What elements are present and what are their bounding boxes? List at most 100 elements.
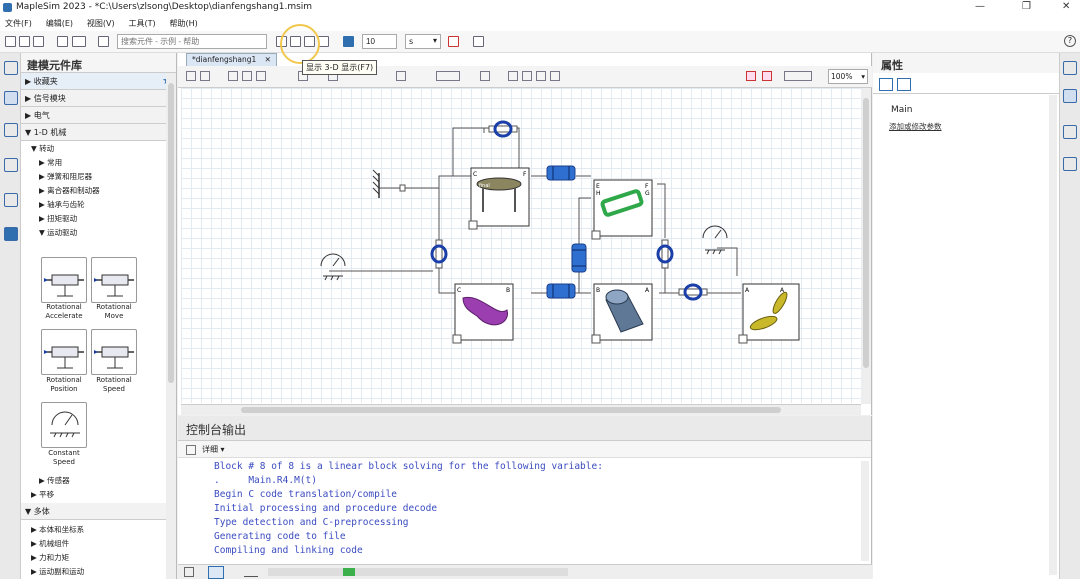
cylinder-body-component[interactable]: B A	[593, 283, 653, 341]
up-level-icon[interactable]	[200, 71, 210, 81]
home-icon[interactable]	[186, 71, 196, 81]
menu-help[interactable]: 帮助(H)	[165, 16, 204, 29]
fixed-ground-icon[interactable]	[372, 169, 406, 198]
new-file-icon[interactable]	[5, 36, 16, 47]
section-1d-mechanical[interactable]: ▼ 1-D 机械	[21, 124, 176, 141]
document-tab[interactable]: *dianfengshang1 ✕	[186, 53, 277, 66]
user-icon[interactable]	[98, 36, 109, 47]
rigid-body-frame-icon[interactable]	[546, 165, 576, 181]
sim-time-input[interactable]	[362, 34, 397, 49]
clear-console-icon[interactable]	[186, 445, 196, 455]
editor-vertical-scrollbar[interactable]	[861, 88, 871, 404]
tree-item[interactable]: ▶ 轴承与齿轮	[21, 197, 176, 211]
add-icon[interactable]	[228, 71, 238, 81]
menu-view[interactable]: 视图(V)	[82, 16, 121, 29]
layout-dropdown-icon[interactable]	[436, 71, 460, 81]
close-button[interactable]: ✕	[1062, 1, 1070, 12]
zoom-in-icon[interactable]	[508, 71, 518, 81]
library-icon[interactable]	[4, 91, 18, 105]
run-simulation-icon[interactable]	[448, 36, 459, 47]
tree-item[interactable]: ▶ 力和力矩	[31, 550, 84, 564]
list-view-icon[interactable]	[897, 78, 911, 91]
console-tab-icon[interactable]	[208, 566, 224, 579]
close-tab-icon[interactable]: ✕	[265, 55, 271, 64]
propeller-body-component[interactable]: A	[742, 283, 800, 341]
tree-item[interactable]: ▶ 离合器和制动器	[21, 183, 176, 197]
glasses-icon[interactable]	[256, 71, 266, 81]
table-body-component[interactable]: final C F	[470, 167, 530, 227]
menu-tools[interactable]: 工具(T)	[123, 16, 161, 29]
link-body-component[interactable]: C B	[454, 283, 514, 341]
tree-rotational[interactable]: ▼ 转动	[21, 141, 176, 155]
tree-item[interactable]: ▶ 运动副和运动	[31, 564, 84, 578]
revolute-joint-icon[interactable]	[430, 239, 448, 269]
search-input[interactable]	[117, 34, 267, 49]
diagram-canvas[interactable]: final C F E H F G C B B A A A	[181, 88, 861, 403]
open-file-icon[interactable]	[19, 36, 30, 47]
waveform-icon[interactable]	[244, 567, 258, 577]
revolute-joint-icon[interactable]	[488, 120, 518, 138]
rotational-accelerate-component[interactable]	[41, 257, 87, 303]
scroll-thumb[interactable]	[168, 83, 174, 383]
scroll-thumb[interactable]	[863, 98, 869, 368]
constant-speed-source-icon[interactable]	[702, 225, 728, 255]
rotate-right-icon[interactable]	[762, 71, 772, 81]
subsystem-icon[interactable]	[242, 71, 252, 81]
tree-item-motion-drivers[interactable]: ▼ 运动驱动	[21, 225, 176, 239]
save-icon[interactable]	[33, 36, 44, 47]
frame-body-component[interactable]: E H F G	[593, 179, 653, 237]
library-scrollbar[interactable]	[166, 73, 176, 579]
tree-item-translational[interactable]: ▶ 平移	[31, 487, 54, 501]
revolute-joint-icon[interactable]	[678, 283, 708, 301]
hierarchy-icon[interactable]	[4, 158, 18, 172]
constant-speed-source-icon[interactable]	[320, 253, 346, 281]
detail-dropdown[interactable]: 详细	[202, 445, 218, 454]
document-icon[interactable]	[1063, 89, 1077, 103]
fit-view-icon[interactable]	[473, 36, 484, 47]
help-icon[interactable]: ?	[1064, 35, 1076, 47]
console-scrollbar[interactable]	[861, 461, 869, 561]
lock-icon[interactable]	[4, 61, 18, 75]
scroll-thumb[interactable]	[241, 407, 781, 413]
lock-icon[interactable]	[184, 567, 194, 577]
tree-item[interactable]: ▶ 扭矩驱动	[21, 211, 176, 225]
zoom-select[interactable]: 100% ▾	[828, 69, 868, 84]
rotate-left-icon[interactable]	[746, 71, 756, 81]
rotational-move-component[interactable]	[91, 257, 137, 303]
apps-icon[interactable]	[4, 227, 18, 241]
rigid-body-frame-icon[interactable]	[546, 283, 576, 299]
rotational-position-component[interactable]	[41, 329, 87, 375]
section-favorites[interactable]: ▶ 收藏夹 ★	[21, 73, 176, 90]
search-doc-icon[interactable]	[4, 123, 18, 137]
math-icon[interactable]	[72, 36, 86, 47]
minimize-button[interactable]: —	[975, 1, 985, 12]
section-electrical[interactable]: ▶ 电气	[21, 107, 176, 124]
constant-speed-component[interactable]	[41, 402, 87, 448]
tree-item[interactable]: ▶ 常用	[21, 155, 176, 169]
diagram-svg[interactable]: final C F E H F G C B B A A A	[181, 88, 861, 403]
stop-circle-icon[interactable]	[550, 71, 560, 81]
revolute-joint-icon[interactable]	[656, 239, 674, 269]
distribute-icon[interactable]	[396, 71, 406, 81]
menu-file[interactable]: 文件(F)	[0, 16, 38, 29]
connector-style-icon[interactable]	[784, 71, 812, 81]
properties-scrollbar[interactable]	[1049, 95, 1057, 575]
wrench-icon[interactable]	[1063, 125, 1077, 139]
rotational-speed-component[interactable]	[91, 329, 137, 375]
menu-edit[interactable]: 编辑(E)	[41, 16, 79, 29]
section-signal-blocks[interactable]: ▶ 信号模块	[21, 90, 176, 107]
tools-icon[interactable]	[1063, 157, 1077, 171]
editor-horizontal-scrollbar[interactable]	[181, 404, 861, 415]
add-parameters-link[interactable]: 添加或修改参数	[889, 121, 942, 132]
zoom-fit-icon[interactable]	[536, 71, 546, 81]
time-unit-select[interactable]: s ▾	[405, 34, 441, 49]
text-icon[interactable]	[57, 36, 68, 47]
section-multibody[interactable]: ▼ 多体	[21, 503, 167, 520]
stop-icon[interactable]	[343, 36, 354, 47]
tree-item[interactable]: ▶ 弹簧和阻尼器	[21, 169, 176, 183]
shuffle-icon[interactable]	[480, 71, 490, 81]
tree-item[interactable]: ▶ 本体和坐标系	[31, 522, 84, 536]
tree-item-sensors[interactable]: ▶ 传感器	[39, 473, 70, 487]
attachment-icon[interactable]	[4, 193, 18, 207]
rigid-body-frame-icon[interactable]	[571, 243, 587, 273]
